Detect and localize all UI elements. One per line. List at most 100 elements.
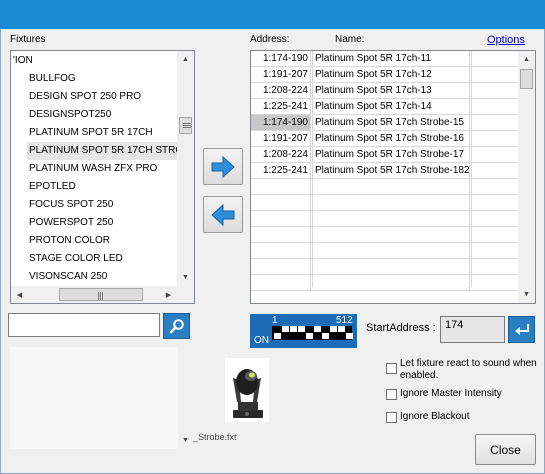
fixture-list-item[interactable]: POWERSPOT 250 bbox=[27, 214, 115, 232]
start-address-input[interactable]: 174 bbox=[440, 316, 505, 343]
table-row[interactable]: 1:225-241 Platinum Spot 5R 17ch Strobe-18… bbox=[251, 163, 519, 179]
address-column-header: Address: bbox=[250, 34, 290, 45]
dip-switch bbox=[330, 326, 337, 332]
ignore-blackout-checkbox[interactable] bbox=[386, 412, 397, 423]
chevron-up-icon[interactable]: ▲ bbox=[177, 51, 194, 68]
dip-switch bbox=[290, 326, 297, 332]
arrow-left-icon bbox=[211, 203, 235, 226]
chevron-down-icon[interactable]: ▼ bbox=[518, 286, 535, 303]
address-cell: 1:208-224 bbox=[251, 83, 311, 98]
table-row bbox=[251, 211, 519, 227]
options-link[interactable]: Options bbox=[487, 34, 525, 46]
table-row[interactable]: 1:191-207 Platinum Spot 5R 17ch-12 bbox=[251, 67, 519, 83]
table-row[interactable]: 1:174-190 Platinum Spot 5R 17ch-11 bbox=[251, 51, 519, 67]
fixture-list-item[interactable]: DESIGNSPOT250 bbox=[27, 106, 113, 124]
dip-switch bbox=[322, 333, 329, 339]
name-cell bbox=[312, 179, 470, 194]
dip-switch bbox=[338, 326, 345, 332]
fixture-list-item[interactable]: EPOTLED bbox=[27, 178, 78, 196]
dip-switch bbox=[274, 333, 281, 339]
fixtures-horizontal-scrollbar[interactable]: ◀ ▶ bbox=[11, 286, 177, 303]
fixture-list-item[interactable]: PROTON COLOR bbox=[27, 232, 112, 250]
table-row[interactable]: 1:208-224 Platinum Spot 5R 17ch Strobe-17 bbox=[251, 147, 519, 163]
chevron-up-icon[interactable]: ▲ bbox=[518, 51, 535, 68]
fixtures-horizontal-thumb[interactable] bbox=[59, 288, 143, 301]
react-to-sound-label: Let fixture react to sound when enabled. bbox=[400, 358, 537, 381]
name-cell bbox=[312, 195, 470, 210]
apply-start-address-button[interactable] bbox=[508, 316, 535, 343]
name-cell: Platinum Spot 5R 17ch-14 bbox=[312, 99, 470, 114]
address-cell bbox=[251, 195, 311, 210]
search-button[interactable] bbox=[163, 313, 190, 339]
chevron-left-icon[interactable]: ◀ bbox=[11, 286, 28, 303]
address-cell bbox=[251, 275, 311, 290]
fixtures-vertical-scrollbar[interactable]: ▲ ▼ bbox=[177, 51, 194, 286]
table-row[interactable]: 1:208-224 Platinum Spot 5R 17ch-13 bbox=[251, 83, 519, 99]
scrollbar-corner bbox=[177, 286, 194, 303]
address-cell: 1:191-207 bbox=[251, 131, 311, 146]
enter-icon bbox=[514, 323, 529, 335]
fixtures-tree[interactable]: 'ION BULLFOG DESIGN SPOT 250 PRO DESIGNSPOT… bbox=[10, 50, 195, 304]
table-row bbox=[251, 195, 519, 211]
name-cell bbox=[312, 211, 470, 226]
title-bar bbox=[0, 0, 545, 29]
fixture-image bbox=[225, 358, 269, 422]
fixture-list-item[interactable]: PLATINUM WASH ZFX PRO bbox=[27, 160, 159, 178]
fixtures-label: Fixtures bbox=[10, 34, 46, 45]
close-button[interactable]: Close bbox=[475, 434, 536, 465]
name-cell: Platinum Spot 5R 17ch Strobe-16 bbox=[312, 131, 470, 146]
fixture-list-item[interactable]: BULLFOG bbox=[27, 70, 78, 88]
dip-switch bbox=[306, 333, 313, 339]
fixture-search-input[interactable] bbox=[8, 313, 160, 337]
fixture-list-item[interactable]: FOCUS SPOT 250 bbox=[27, 196, 115, 214]
name-cell: Platinum Spot 5R 17ch Strobe-182 bbox=[312, 163, 470, 178]
table-row bbox=[251, 227, 519, 243]
address-cell: 1:174-190 bbox=[251, 51, 311, 66]
fixture-list-item[interactable]: PLATINUM SPOT 5R 17CH bbox=[27, 124, 155, 142]
table-row[interactable]: 1:191-207 Platinum Spot 5R 17ch Strobe-16 bbox=[251, 131, 519, 147]
table-row bbox=[251, 243, 519, 259]
add-fixture-button[interactable] bbox=[203, 148, 243, 185]
dip-switch-display: 1 512 ON bbox=[250, 314, 357, 348]
address-cell bbox=[251, 211, 311, 226]
name-cell bbox=[312, 259, 470, 274]
dip-switch bbox=[282, 326, 289, 332]
preview-scrollbar[interactable]: ▼ bbox=[178, 347, 192, 449]
name-cell: Platinum Spot 5R 17ch-13 bbox=[312, 83, 470, 98]
fixture-list-item[interactable]: PLATINUM SPOT 5R 17CH STROBE bbox=[27, 142, 194, 160]
start-address-label: StartAddress : bbox=[366, 322, 436, 334]
table-row[interactable]: 1:174-190 Platinum Spot 5R 17ch Strobe-15 bbox=[251, 115, 519, 131]
fixture-list-item[interactable]: STAGE COLOR LED bbox=[27, 250, 125, 268]
fixtures-vertical-thumb[interactable] bbox=[179, 117, 192, 134]
name-cell: Platinum Spot 5R 17ch-11 bbox=[312, 51, 470, 66]
patch-table[interactable]: 1:174-190 Platinum Spot 5R 17ch-11 1:191-2… bbox=[250, 50, 536, 304]
name-cell: Platinum Spot 5R 17ch-12 bbox=[312, 67, 470, 82]
column-divider bbox=[471, 51, 472, 287]
ignore-master-intensity-checkbox[interactable] bbox=[386, 389, 397, 400]
patch-vertical-thumb[interactable] bbox=[520, 69, 533, 89]
chevron-right-icon[interactable]: ▶ bbox=[160, 286, 177, 303]
address-cell bbox=[251, 259, 311, 274]
dip-max-label: 512 bbox=[336, 315, 353, 326]
address-cell: 1:225-241 bbox=[251, 163, 311, 178]
react-to-sound-checkbox[interactable] bbox=[386, 363, 397, 374]
remove-fixture-button[interactable] bbox=[203, 196, 243, 233]
fixture-list-item[interactable]: 'ION bbox=[11, 52, 35, 70]
ignore-master-intensity-label: Ignore Master Intensity bbox=[400, 388, 502, 399]
patch-vertical-scrollbar[interactable]: ▲ ▼ bbox=[518, 51, 535, 303]
name-cell bbox=[312, 243, 470, 258]
fixture-list-item[interactable]: VISONSCAN 250 bbox=[27, 268, 109, 286]
moving-head-fixture-icon bbox=[233, 369, 263, 418]
table-row bbox=[251, 179, 519, 195]
fixture-list-item[interactable]: DESIGN SPOT 250 PRO bbox=[27, 88, 143, 106]
chevron-down-icon[interactable]: ▼ bbox=[177, 432, 194, 449]
address-cell: 1:225-241 bbox=[251, 99, 311, 114]
chevron-down-icon[interactable]: ▼ bbox=[177, 269, 194, 286]
dip-switch bbox=[346, 333, 353, 339]
preview-pane bbox=[10, 347, 192, 449]
table-row[interactable]: 1:225-241 Platinum Spot 5R 17ch-14 bbox=[251, 99, 519, 115]
address-cell: 1:174-190 bbox=[251, 115, 311, 130]
dip-on-label: ON bbox=[254, 335, 269, 346]
name-cell bbox=[312, 227, 470, 242]
name-cell bbox=[312, 275, 470, 290]
